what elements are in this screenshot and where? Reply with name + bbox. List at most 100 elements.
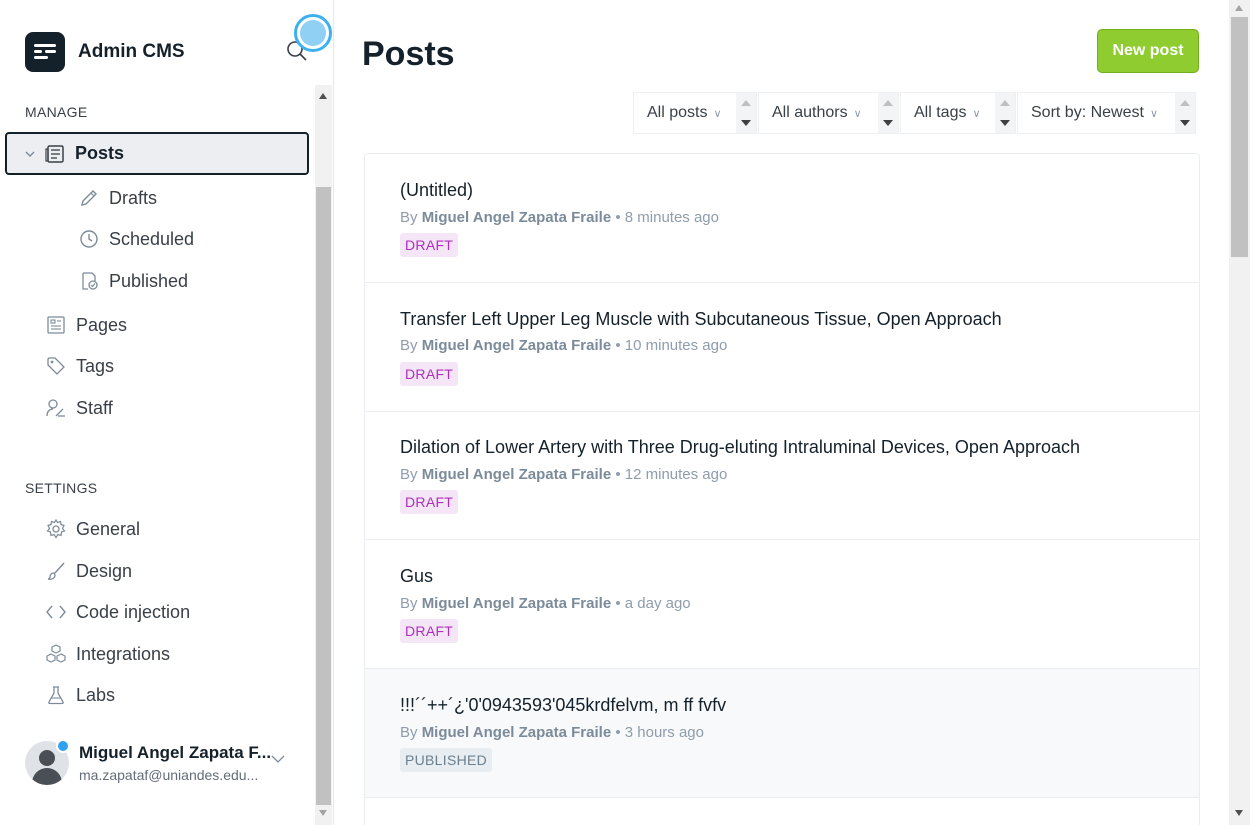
status-badge: DRAFT bbox=[400, 490, 459, 514]
filter-label: All tags bbox=[914, 104, 967, 121]
chevron-down-icon: ∨ bbox=[853, 107, 862, 120]
click-indicator-dot bbox=[300, 20, 326, 46]
chevron-down-icon: ∨ bbox=[1149, 107, 1158, 120]
post-row[interactable]: (Untitled) By Miguel Angel Zapata Fraile… bbox=[365, 154, 1199, 283]
post-author: Miguel Angel Zapata Fraile bbox=[421, 466, 612, 483]
user-name: Miguel Angel Zapata F... bbox=[79, 743, 272, 762]
staff-icon bbox=[45, 397, 67, 419]
select-spinner[interactable] bbox=[878, 93, 898, 133]
sidebar-item-label: Published bbox=[109, 270, 189, 291]
sidebar-item-label: Scheduled bbox=[109, 228, 195, 249]
section-label-settings: SETTINGS bbox=[25, 480, 98, 496]
gear-icon bbox=[45, 518, 67, 540]
flask-icon bbox=[45, 684, 67, 706]
posts-list: (Untitled) By Miguel Angel Zapata Fraile… bbox=[364, 153, 1200, 825]
page-title: Posts bbox=[362, 35, 455, 73]
select-spinner[interactable] bbox=[1175, 93, 1195, 133]
sidebar-item-integrations[interactable]: Integrations bbox=[45, 643, 170, 665]
sidebar-item-label: Tags bbox=[76, 355, 115, 376]
post-author: Miguel Angel Zapata Fraile bbox=[421, 337, 612, 354]
sidebar-item-pages[interactable]: Pages bbox=[45, 314, 127, 336]
sidebar-scrollbar[interactable] bbox=[315, 85, 332, 825]
post-time: • 8 minutes ago bbox=[615, 209, 719, 226]
integrations-icon bbox=[45, 643, 67, 665]
chevron-down-icon[interactable] bbox=[25, 150, 35, 158]
brush-icon bbox=[45, 560, 67, 582]
clock-icon bbox=[78, 228, 100, 250]
post-time: • 12 minutes ago bbox=[615, 466, 728, 483]
sidebar-item-general[interactable]: General bbox=[45, 518, 140, 540]
post-title[interactable]: (Untitled) bbox=[400, 180, 473, 201]
scroll-down-icon[interactable] bbox=[319, 810, 327, 816]
scroll-up-icon[interactable] bbox=[1235, 5, 1243, 11]
post-time: • 3 hours ago bbox=[615, 724, 704, 741]
filter-author-select[interactable]: All authors ∨ bbox=[759, 93, 898, 133]
post-time: • a day ago bbox=[615, 595, 691, 612]
brand-title: Admin CMS bbox=[78, 41, 185, 62]
post-row[interactable]: Transfer Left Upper Leg Muscle with Subc… bbox=[365, 283, 1199, 412]
tag-icon bbox=[45, 355, 67, 377]
filter-type-select[interactable]: All posts ∨ bbox=[634, 93, 756, 133]
sidebar-item-label: General bbox=[76, 518, 141, 539]
pages-icon bbox=[45, 314, 67, 336]
post-title[interactable]: !!!´´++´¿'0'0943593'045krdfelvm, m ff fv… bbox=[400, 695, 726, 716]
published-icon bbox=[78, 270, 100, 292]
sidebar: Admin CMS MANAGE Posts Drafts Scheduled bbox=[0, 0, 334, 825]
brand[interactable]: Admin CMS bbox=[25, 32, 185, 72]
sidebar-item-label: Design bbox=[76, 560, 133, 581]
sidebar-item-label: Drafts bbox=[109, 187, 158, 208]
post-meta: By Miguel Angel Zapata Fraile • 3 hours … bbox=[400, 724, 704, 741]
post-meta: By Miguel Angel Zapata Fraile • 10 minut… bbox=[400, 337, 728, 354]
chevron-down-icon: ∨ bbox=[713, 107, 722, 120]
brand-logo bbox=[25, 32, 65, 72]
sidebar-item-staff[interactable]: Staff bbox=[45, 397, 113, 419]
post-author: Miguel Angel Zapata Fraile bbox=[421, 595, 612, 612]
user-email: ma.zapataf@uniandes.edu... bbox=[79, 767, 259, 783]
sidebar-item-published[interactable]: Published bbox=[78, 270, 188, 292]
post-title[interactable]: Dilation of Lower Artery with Three Drug… bbox=[400, 437, 1080, 458]
sidebar-item-label: Code injection bbox=[76, 601, 191, 622]
filter-tag-select[interactable]: All tags ∨ bbox=[901, 93, 1015, 133]
sidebar-item-drafts[interactable]: Drafts bbox=[78, 187, 157, 209]
filter-label: All posts bbox=[647, 104, 708, 121]
scrollbar-thumb[interactable] bbox=[1231, 17, 1248, 257]
status-badge: DRAFT bbox=[400, 619, 459, 643]
post-meta: By Miguel Angel Zapata Fraile • 12 minut… bbox=[400, 466, 728, 483]
post-row[interactable]: Dilation of Lower Artery with Three Drug… bbox=[365, 411, 1199, 540]
sidebar-item-code-injection[interactable]: Code injection bbox=[45, 601, 190, 623]
select-spinner[interactable] bbox=[736, 93, 756, 133]
new-post-button[interactable]: New post bbox=[1097, 29, 1199, 73]
select-spinner[interactable] bbox=[995, 93, 1015, 133]
sidebar-item-labs[interactable]: Labs bbox=[45, 684, 115, 706]
notification-dot bbox=[56, 739, 70, 753]
sidebar-item-tags[interactable]: Tags bbox=[45, 355, 114, 377]
scroll-up-icon[interactable] bbox=[319, 93, 327, 99]
main-scrollbar[interactable] bbox=[1229, 0, 1250, 825]
sort-select[interactable]: Sort by: Newest ∨ bbox=[1018, 93, 1195, 133]
sidebar-item-label: Posts bbox=[75, 143, 125, 163]
sidebar-item-label: Integrations bbox=[76, 643, 171, 664]
filter-label: All authors bbox=[772, 104, 848, 121]
chevron-down-icon[interactable] bbox=[270, 752, 286, 766]
sidebar-item-scheduled[interactable]: Scheduled bbox=[78, 228, 194, 250]
sidebar-item-label: Staff bbox=[76, 397, 113, 418]
status-badge: DRAFT bbox=[400, 362, 459, 386]
post-title[interactable]: Gus bbox=[400, 566, 433, 587]
pencil-icon bbox=[78, 187, 100, 209]
posts-icon bbox=[44, 143, 66, 165]
status-badge: PUBLISHED bbox=[400, 748, 493, 772]
sidebar-item-label: Labs bbox=[76, 684, 116, 705]
scroll-down-icon[interactable] bbox=[1235, 810, 1243, 816]
sidebar-item-posts[interactable]: Posts bbox=[5, 132, 309, 175]
post-row[interactable]: Gus By Miguel Angel Zapata Fraile • a da… bbox=[365, 540, 1199, 669]
post-row[interactable]: !!!´´++´¿'0'0943593'045krdfelvm, m ff fv… bbox=[365, 669, 1199, 798]
post-meta: By Miguel Angel Zapata Fraile • a day ag… bbox=[400, 595, 691, 612]
sidebar-item-design[interactable]: Design bbox=[45, 560, 132, 582]
post-time: • 10 minutes ago bbox=[615, 337, 728, 354]
scrollbar-thumb[interactable] bbox=[316, 187, 331, 805]
post-meta: By Miguel Angel Zapata Fraile • 8 minute… bbox=[400, 209, 719, 226]
post-author: Miguel Angel Zapata Fraile bbox=[421, 724, 612, 741]
status-badge: DRAFT bbox=[400, 233, 459, 257]
post-title[interactable]: Transfer Left Upper Leg Muscle with Subc… bbox=[400, 309, 1002, 330]
section-label-manage: MANAGE bbox=[25, 104, 88, 120]
